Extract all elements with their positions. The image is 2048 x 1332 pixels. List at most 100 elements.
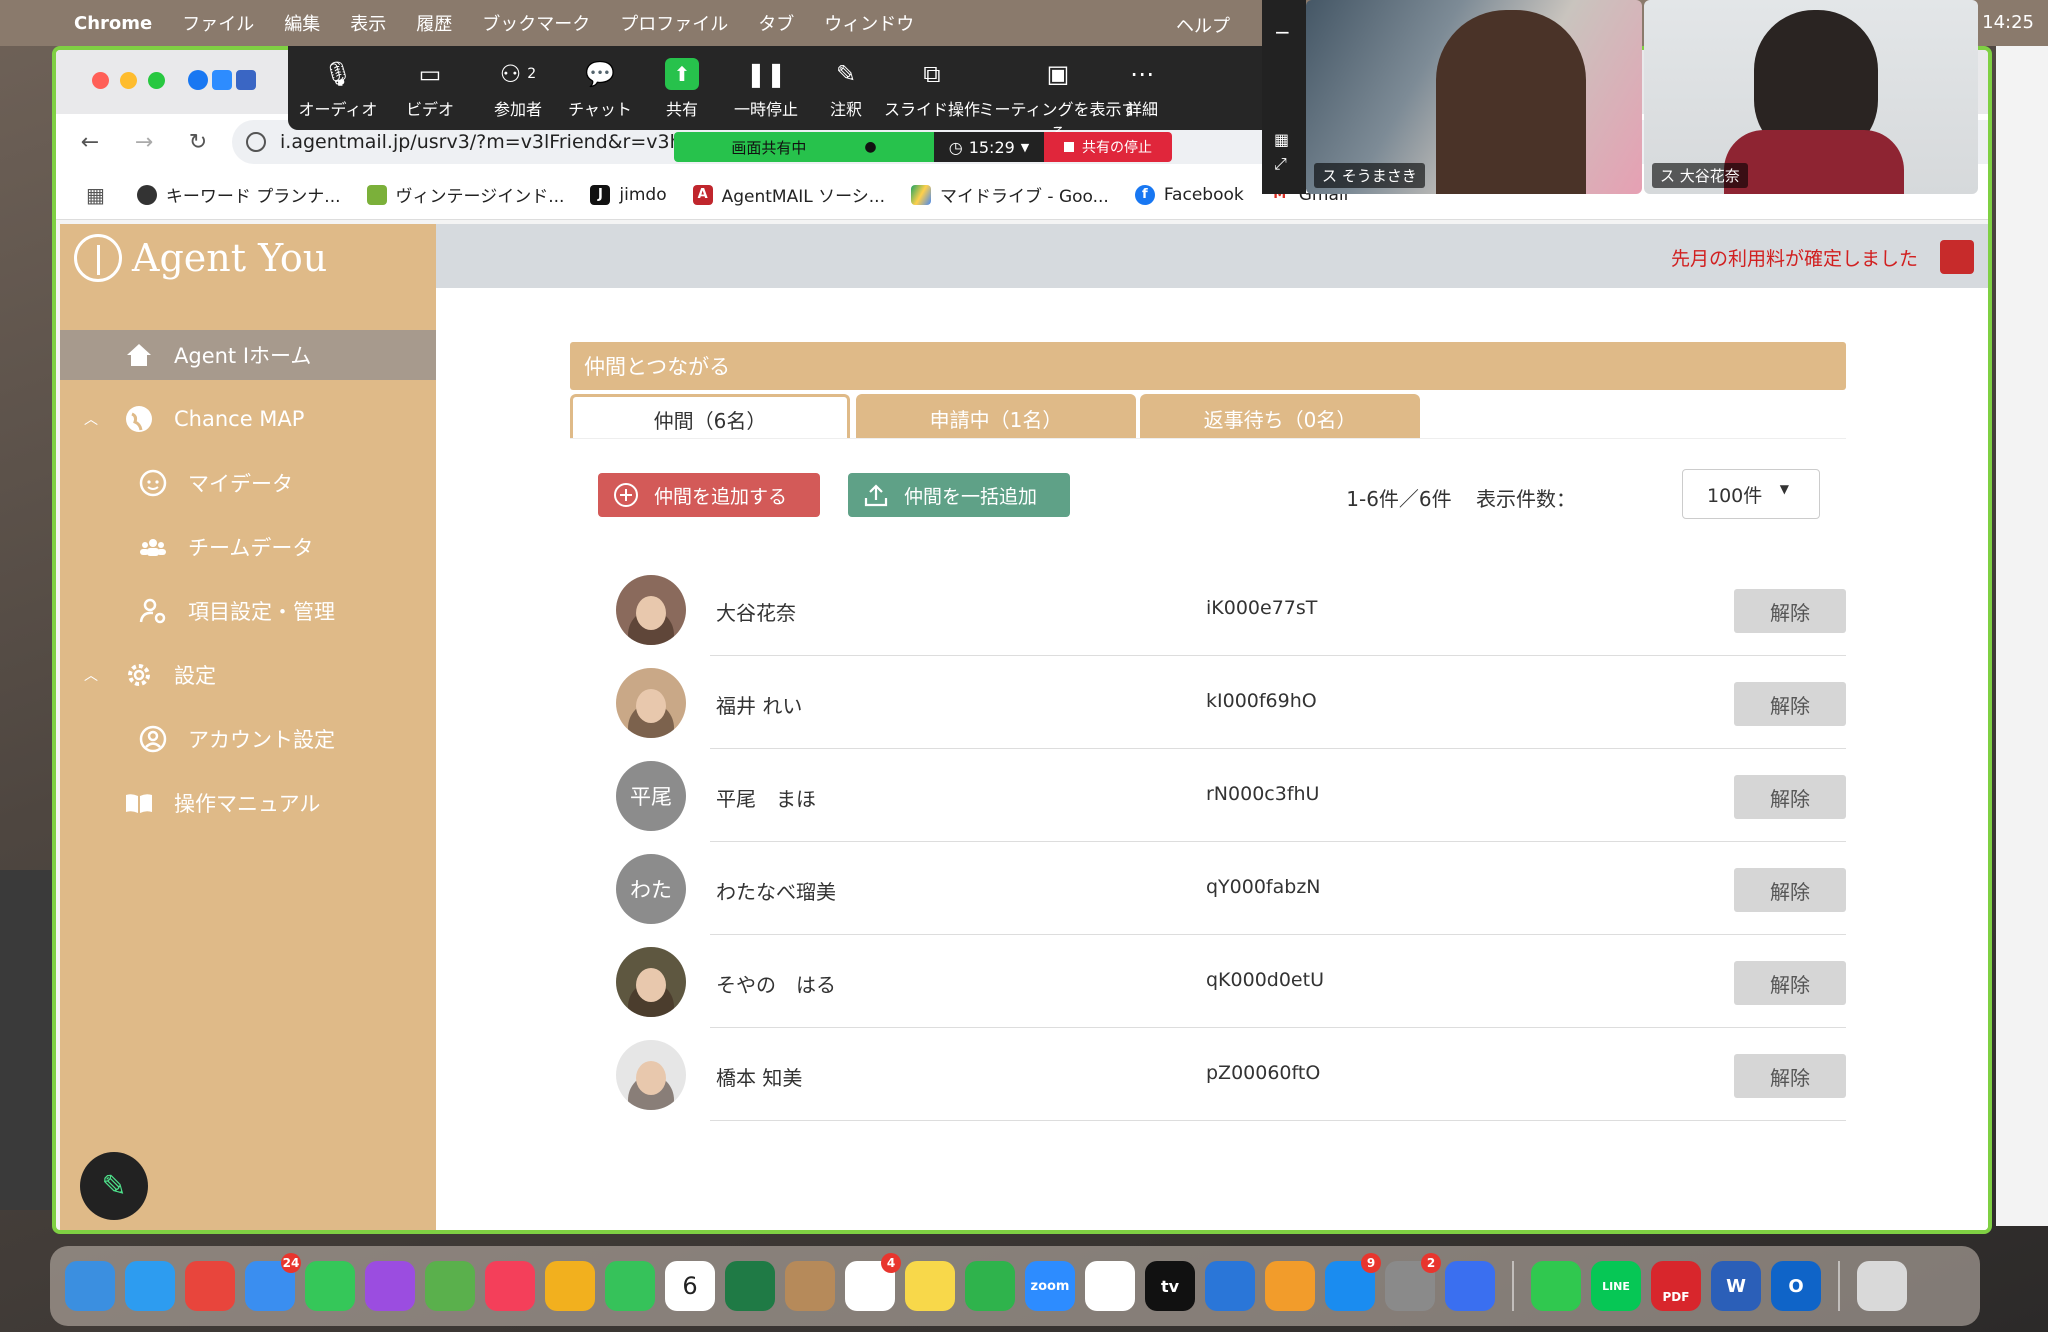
avatar[interactable] [616,947,686,1017]
excel-icon[interactable] [725,1261,775,1311]
zoom-toolbar-item[interactable]: ▭ ビデオ [380,52,480,120]
outlook-icon[interactable]: O [1771,1261,1821,1311]
participant-video-tile[interactable]: ス そうまさき [1306,0,1642,194]
word-icon[interactable]: W [1711,1261,1761,1311]
facetime-icon[interactable] [605,1261,655,1311]
menu-window[interactable]: ウィンドウ [824,10,914,36]
zoom-icon[interactable]: zoom [1025,1261,1075,1311]
zoom-toolbar-item[interactable]: ⋯ 詳細 [1092,52,1192,120]
reload-icon[interactable]: ↻ [178,130,218,155]
zoom-window-button[interactable] [148,72,165,89]
avatar[interactable] [616,668,686,738]
zoom-toolbar-item[interactable]: 🎙 オーディオ [288,52,388,120]
bookmark-google-drive[interactable]: マイドライブ - Goo... [911,182,1109,207]
pdf-icon[interactable]: PDF [1651,1261,1701,1311]
screen-sharing-indicator[interactable]: 画面共有中 ● [674,132,934,162]
site-info-icon[interactable] [246,132,266,152]
reminders-icon[interactable]: 4 [845,1253,901,1311]
mail-icon[interactable]: 24 [245,1253,301,1311]
tab-awaiting-reply[interactable]: 返事待ち（0名） [1140,394,1420,442]
bookmark-facebook[interactable]: f Facebook [1134,184,1244,205]
menu-view[interactable]: 表示 [350,10,386,36]
expand-icon[interactable]: ⤢ [1274,154,1287,174]
messages-icon[interactable] [305,1261,355,1311]
forward-arrow-icon[interactable]: → [124,130,164,155]
remove-friend-button[interactable]: 解除 [1734,1054,1846,1098]
menu-app-name[interactable]: Chrome [74,13,152,34]
sidebar-item-home[interactable]: Agent Iホーム [60,330,436,380]
keynote-icon[interactable] [1205,1261,1255,1311]
chevron-up-icon[interactable]: ︿ [84,409,98,429]
menu-file[interactable]: ファイル [182,10,254,36]
appstore-icon[interactable]: 9 [1325,1253,1381,1311]
maps-icon[interactable] [425,1261,475,1311]
menu-tab[interactable]: タブ [758,10,794,36]
chrome-icon[interactable] [185,1261,235,1311]
add-friend-button[interactable]: 仲間を追加する [598,473,820,517]
remove-friend-button[interactable]: 解除 [1734,682,1846,726]
sidebar-item-my-data[interactable]: マイデータ [60,458,436,508]
line-icon[interactable]: LINE [1591,1261,1641,1311]
minimize-icon[interactable]: − [1274,20,1291,44]
share-timer[interactable]: ◷ 15:29 ▼ [934,132,1044,162]
remove-friend-button[interactable]: 解除 [1734,961,1846,1005]
bookmark-jimdo[interactable]: Jjimdo [590,184,667,205]
edit-pencil-button[interactable]: ✎ [80,1152,148,1220]
minimize-window-button[interactable] [120,72,137,89]
sidebar-item-chance-map[interactable]: ︿ Chance MAP [60,394,436,444]
tab-friends[interactable]: 仲間（6名） [570,394,850,442]
trash-icon[interactable] [1857,1261,1907,1311]
stop-share-button[interactable]: 共有の停止 [1044,132,1172,162]
avatar[interactable]: 平尾 [616,761,686,831]
bookmark-vintage[interactable]: ヴィンテージインド... [366,182,564,207]
sidebar-item-field-settings[interactable]: 項目設定・管理 [60,586,436,636]
menu-bookmarks[interactable]: ブックマーク [482,10,590,36]
remove-friend-button[interactable]: 解除 [1734,868,1846,912]
close-window-button[interactable] [92,72,109,89]
per-page-select[interactable]: 100件 ▼ [1682,469,1820,519]
tab-pending-requests[interactable]: 申請中（1名） [856,394,1136,442]
avatar[interactable]: わた [616,854,686,924]
participant-video-tile[interactable]: ス 大谷花奈 [1644,0,1978,194]
url-text[interactable]: i.agentmail.jp/usrv3/?m=v3lFriend&r=v3ho… [280,131,701,153]
notes-icon[interactable] [905,1261,955,1311]
bookmark-agentmail[interactable]: A AgentMAIL ソーシ... [692,182,885,207]
menu-profiles[interactable]: プロファイル [620,10,728,36]
avatar[interactable] [616,1040,686,1110]
tab-favicon-zoom-icon[interactable] [212,70,232,90]
safari-icon[interactable] [125,1261,175,1311]
billing-notice-link[interactable]: 先月の利用料が確定しました [1671,244,1918,271]
chevron-up-icon[interactable]: ︿ [84,665,98,685]
evernote-icon[interactable] [1531,1261,1581,1311]
podcasts-icon[interactable] [365,1261,415,1311]
bulk-add-friends-button[interactable]: 仲間を一括追加 [848,473,1070,517]
agent-you-logo[interactable]: Agent You [74,234,327,282]
system-settings-icon[interactable]: 2 [1385,1253,1441,1311]
remove-friend-button[interactable]: 解除 [1734,775,1846,819]
calendar-icon[interactable]: 6 [665,1261,715,1311]
finder-icon[interactable] [65,1261,115,1311]
menu-edit[interactable]: 編集 [284,10,320,36]
avatar[interactable] [616,575,686,645]
contacts-icon[interactable] [785,1261,835,1311]
pages-icon[interactable] [1265,1261,1315,1311]
tab-favicon-facebook-icon[interactable] [188,70,208,90]
sidebar-item-manual[interactable]: 操作マニュアル [60,778,436,828]
numbers-icon[interactable] [965,1261,1015,1311]
sidebar-item-settings[interactable]: ︿ 設定 [60,650,436,700]
zoom-toolbar-item[interactable]: ⧉ スライド操作 [882,52,982,120]
tab-favicon-list-icon[interactable] [236,70,256,90]
menu-help[interactable]: ヘルプ [1176,12,1230,38]
music-icon[interactable] [485,1261,535,1311]
notification-icon[interactable] [1940,240,1974,274]
roblox-icon[interactable] [1445,1261,1495,1311]
zoom-toolbar-item[interactable]: ✎ 注釈 [796,52,896,120]
remove-friend-button[interactable]: 解除 [1734,589,1846,633]
sidebar-item-team-data[interactable]: チームデータ [60,522,436,572]
sidebar-item-account-settings[interactable]: アカウント設定 [60,714,436,764]
bookmark-keyword-planner[interactable]: キーワード プランナ... [136,182,341,207]
appletv-icon[interactable]: tv [1145,1261,1195,1311]
apps-grid-icon[interactable]: ▦ [86,183,105,207]
photos-icon[interactable] [545,1261,595,1311]
menu-history[interactable]: 履歴 [416,10,452,36]
